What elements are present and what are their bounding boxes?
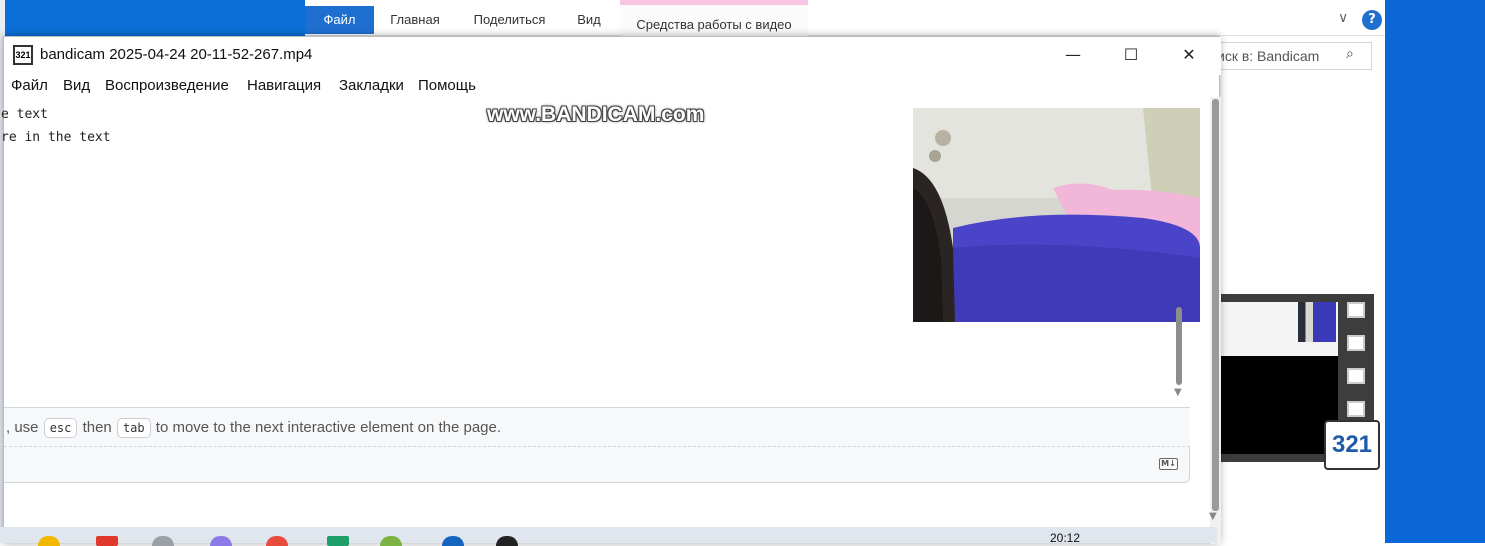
menu-help[interactable]: Помощь <box>418 77 476 94</box>
thumbnail-dark-area <box>1220 356 1338 454</box>
keyboard-hint: , use esc then tab to move to the next i… <box>4 407 1190 447</box>
markdown-icon: M↓ <box>1159 458 1178 470</box>
help-icon[interactable]: ? <box>1362 10 1382 30</box>
menu-navigation[interactable]: Навигация <box>247 77 321 94</box>
film-hole-icon <box>1347 401 1365 417</box>
menu-bar: Файл Вид Воспроизведение Навигация Закла… <box>4 75 1221 101</box>
title-bar[interactable]: 321 bandicam 2025-04-24 20-11-52-267.mp4… <box>4 37 1221 75</box>
close-button[interactable]: ✕ <box>1160 37 1218 75</box>
app-icon[interactable] <box>327 536 349 546</box>
chevron-down-icon[interactable]: ∨ <box>1338 10 1348 26</box>
film-hole-icon <box>1347 335 1365 351</box>
hint-suffix: to move to the next interactive element … <box>155 419 502 436</box>
page-scrollbar-thumb <box>1176 307 1182 385</box>
hint-middle: then <box>82 419 112 436</box>
video-text-line: re in the text <box>1 130 111 145</box>
maximize-button[interactable]: ☐ <box>1102 37 1160 75</box>
hint-prefix: , use <box>6 419 39 436</box>
menu-playback[interactable]: Воспроизведение <box>105 77 229 94</box>
media-player-logo-icon: 321 <box>1324 420 1380 470</box>
menu-file[interactable]: Файл <box>11 77 48 94</box>
ribbon-tab-file[interactable]: Файл <box>305 6 374 34</box>
media-player-window: 321 bandicam 2025-04-24 20-11-52-267.mp4… <box>1 36 1221 544</box>
bandicam-watermark: www.BANDICAM.com <box>487 103 705 126</box>
esc-key: esc <box>43 418 78 438</box>
editor-footer <box>4 447 1190 483</box>
scrollbar-thumb[interactable] <box>1212 99 1219 511</box>
webcam-overlay <box>913 108 1200 322</box>
film-hole-icon <box>1347 302 1365 318</box>
film-hole-icon <box>1347 368 1365 384</box>
ribbon-tab-video-tools[interactable]: Средства работы с видео <box>620 0 808 36</box>
scroll-down-arrow-icon[interactable]: ▼ <box>1209 511 1217 522</box>
minimize-button[interactable]: — <box>1044 37 1102 75</box>
tab-key: tab <box>116 418 151 438</box>
taskbar <box>0 527 1217 543</box>
video-text-line: e text <box>1 107 48 122</box>
menu-bookmarks[interactable]: Закладки <box>339 77 404 94</box>
explorer-titlebar <box>0 0 305 36</box>
ribbon-tab-home[interactable]: Главная <box>380 6 450 34</box>
scroll-down-arrow-icon: ▼ <box>1174 387 1182 398</box>
app-logo-icon: 321 <box>13 45 33 65</box>
app-icon[interactable] <box>96 536 118 546</box>
menu-view[interactable]: Вид <box>63 77 90 94</box>
ribbon-tab-view[interactable]: Вид <box>568 6 610 34</box>
ribbon-tab-share[interactable]: Поделиться <box>462 6 557 34</box>
thumbnail-photo <box>1298 302 1336 342</box>
window-title: bandicam 2025-04-24 20-11-52-267.mp4 <box>40 46 313 63</box>
search-icon[interactable]: ⌕ <box>1346 46 1354 62</box>
desktop-background <box>1385 0 1485 543</box>
